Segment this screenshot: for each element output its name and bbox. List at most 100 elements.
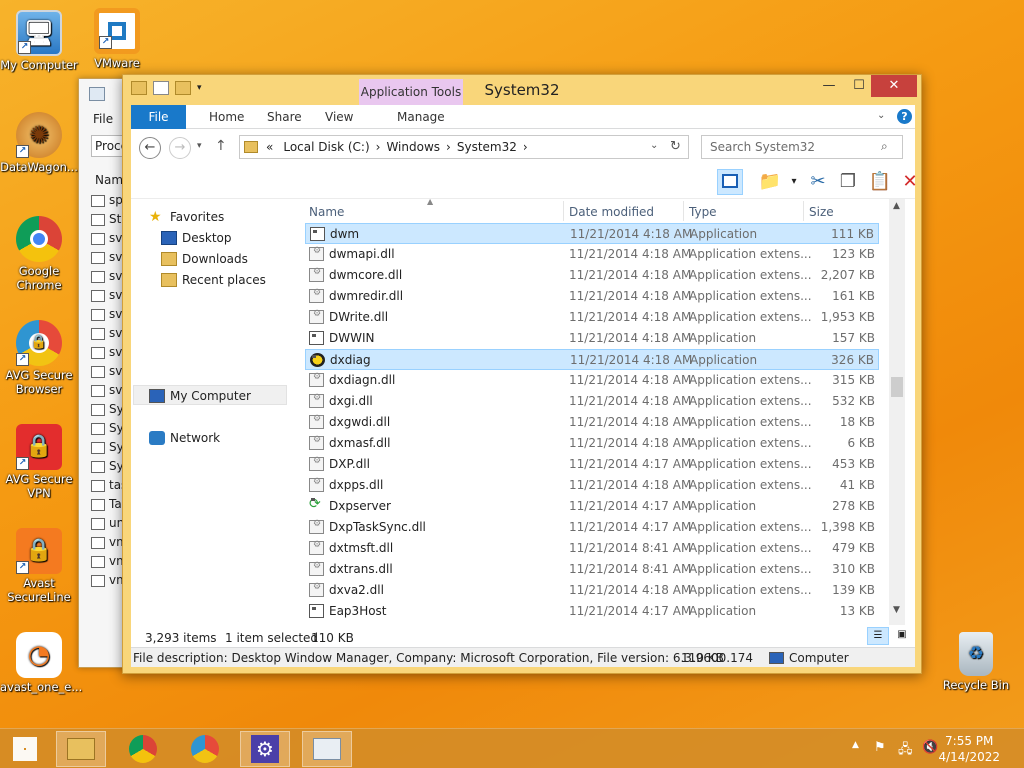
network-tray-icon[interactable]: 🖧: [898, 740, 913, 762]
address-segment-windows[interactable]: Windows: [386, 140, 440, 154]
clock[interactable]: 7:55 PM 4/14/2022: [938, 733, 1000, 765]
address-bar[interactable]: « Local Disk (C:) › Windows › System32 ›…: [239, 135, 689, 159]
desktop-icon-datawagon[interactable]: ✺ ↗ DataWagon...: [0, 112, 78, 174]
address-segment-local-disk[interactable]: Local Disk (C:): [283, 140, 369, 154]
table-row[interactable]: dxgi.dll 11/21/2014 4:18 AMApplication ex…: [305, 391, 879, 412]
file-date: 11/21/2014 4:18 AM: [569, 583, 692, 597]
explorer-window[interactable]: ▾ Application Tools System32 — ☐ ✕ File …: [122, 74, 922, 674]
folder-options-icon[interactable]: 📁: [757, 169, 783, 195]
vertical-scrollbar[interactable]: ▲ ▼: [889, 199, 905, 649]
column-type[interactable]: Type: [689, 205, 717, 219]
nav-recent-places[interactable]: Recent places: [161, 273, 266, 287]
chevron-right-icon[interactable]: ›: [376, 140, 381, 154]
maximize-button[interactable]: ☐: [845, 75, 873, 97]
nav-network[interactable]: Network: [149, 431, 220, 445]
title-bar[interactable]: ▾ Application Tools System32 — ☐ ✕: [123, 75, 921, 105]
details-view-button[interactable]: ☰: [867, 627, 889, 645]
taskbar-avg-browser[interactable]: [180, 731, 230, 767]
scroll-thumb[interactable]: [891, 377, 903, 397]
start-button[interactable]: [0, 731, 50, 767]
vpn-lock-icon: 🔒 ↗: [16, 424, 62, 470]
file-type: Application extens...: [689, 436, 812, 450]
search-input[interactable]: Search System32: [701, 135, 903, 159]
nav-downloads[interactable]: Downloads: [161, 252, 248, 266]
desktop-icon-avg-browser[interactable]: 🔒 ↗ AVG Secure Browser: [0, 320, 78, 396]
address-dropdown-icon[interactable]: ⌄: [650, 140, 658, 151]
volume-muted-icon[interactable]: 🔇: [922, 740, 938, 755]
taskbar-chrome[interactable]: [118, 731, 168, 767]
paste-icon[interactable]: 📋: [867, 169, 893, 195]
file-type: Application extens...: [689, 457, 812, 471]
column-name[interactable]: Nam: [95, 173, 123, 187]
file-date: 11/21/2014 4:17 AM: [569, 520, 692, 534]
column-date-modified[interactable]: Date modified: [569, 205, 654, 219]
address-overflow[interactable]: «: [266, 140, 273, 154]
cut-icon[interactable]: ✂: [805, 169, 831, 195]
preview-pane-button[interactable]: [717, 169, 743, 195]
desktop-icon-avg-vpn[interactable]: 🔒 ↗ AVG Secure VPN: [0, 424, 78, 500]
desktop-icon-my-computer[interactable]: 🖥 ↗ My Computer: [0, 10, 78, 72]
taskbar-task-manager[interactable]: [302, 731, 352, 767]
nav-my-computer[interactable]: My Computer: [149, 389, 251, 403]
action-center-flag-icon[interactable]: ⚑: [874, 740, 886, 755]
nav-desktop[interactable]: Desktop: [161, 231, 232, 245]
taskbar-file-explorer[interactable]: [56, 731, 106, 767]
table-row[interactable]: DWrite.dll 11/21/2014 4:18 AMApplication …: [305, 307, 879, 328]
close-button[interactable]: ✕: [871, 75, 917, 97]
desktop-icon-vmware[interactable]: ↗ VMware: [78, 8, 156, 70]
table-row[interactable]: ⟳ Dxpserver 11/21/2014 4:17 AM Application 2…: [305, 496, 879, 517]
table-row[interactable]: dxmasf.dll 11/21/2014 4:18 AMApplication …: [305, 433, 879, 454]
table-row[interactable]: dxdiag 11/21/2014 4:18 AM Application 326 K…: [305, 349, 879, 370]
tab-file[interactable]: File: [131, 105, 186, 129]
expand-ribbon-icon[interactable]: ⌄: [877, 110, 885, 121]
back-button[interactable]: ←: [139, 137, 161, 159]
minimize-button[interactable]: —: [815, 75, 843, 97]
desktop-icon-avast-secureline[interactable]: 🔒 ↗ Avast SecureLine: [0, 528, 78, 604]
up-button[interactable]: ↑: [215, 138, 227, 154]
table-row[interactable]: dxgwdi.dll 11/21/2014 4:18 AMApplication …: [305, 412, 879, 433]
table-row[interactable]: dxpps.dll 11/21/2014 4:18 AMApplication e…: [305, 475, 879, 496]
scroll-down-arrow[interactable]: ▼: [893, 605, 900, 615]
table-row[interactable]: dxdiagn.dll 11/21/2014 4:18 AMApplication…: [305, 370, 879, 391]
menu-file[interactable]: File: [93, 112, 113, 126]
table-row[interactable]: dxva2.dll 11/21/2014 4:18 AMApplication e…: [305, 580, 879, 601]
table-row[interactable]: dwmredir.dll 11/21/2014 4:18 AMApplicatio…: [305, 286, 879, 307]
tab-view[interactable]: View: [311, 105, 367, 129]
nav-favorites[interactable]: ★ Favorites: [149, 210, 224, 224]
table-row[interactable]: dwmapi.dll 11/21/2014 4:18 AMApplication …: [305, 244, 879, 265]
scroll-up-arrow[interactable]: ▲: [893, 201, 900, 211]
table-row[interactable]: dxtmsft.dll 11/21/2014 8:41 AMApplication…: [305, 538, 879, 559]
copy-icon[interactable]: ❐: [835, 169, 861, 195]
show-hidden-icons[interactable]: ▲: [852, 740, 859, 750]
tab-manage[interactable]: Manage: [383, 105, 459, 129]
desktop-icon-google-chrome[interactable]: Google Chrome: [0, 216, 78, 292]
large-icons-view-button[interactable]: ▣: [891, 627, 913, 645]
tab-share[interactable]: Share: [253, 105, 316, 129]
table-row[interactable]: DxpTaskSync.dll 11/21/2014 4:17 AMApplica…: [305, 517, 879, 538]
recent-locations-button[interactable]: ▾: [197, 141, 202, 151]
file-date: 11/21/2014 4:18 AM: [569, 331, 692, 345]
refresh-icon[interactable]: ↻: [670, 139, 681, 154]
chevron-down-icon[interactable]: ▾: [781, 169, 807, 195]
table-row[interactable]: DWWIN 11/21/2014 4:18 AM Application 157 KB: [305, 328, 879, 349]
taskbar-settings[interactable]: ⚙: [240, 731, 290, 767]
details-bar: File description: Desktop Window Manager…: [131, 647, 915, 667]
background-window[interactable]: File Proce Nam sp Sta svc svc svc svc svc svc sv…: [78, 78, 128, 668]
help-icon[interactable]: ?: [897, 109, 912, 124]
table-row[interactable]: Eap3Host 11/21/2014 4:17 AM Application 13 …: [305, 601, 879, 622]
table-row[interactable]: dwmcore.dll 11/21/2014 4:18 AMApplication…: [305, 265, 879, 286]
tab-home[interactable]: Home: [195, 105, 258, 129]
delete-icon[interactable]: ✕: [897, 169, 923, 195]
chevron-right-icon[interactable]: ›: [523, 140, 528, 154]
column-size[interactable]: Size: [809, 205, 834, 219]
dll-file-icon: [309, 435, 324, 450]
forward-button[interactable]: →: [169, 137, 191, 159]
address-segment-system32[interactable]: System32: [457, 140, 517, 154]
table-row[interactable]: dxtrans.dll 11/21/2014 8:41 AMApplication…: [305, 559, 879, 580]
column-name[interactable]: Name: [309, 205, 344, 219]
desktop-icon-recycle-bin[interactable]: ♻ Recycle Bin: [936, 632, 1016, 692]
table-row[interactable]: DXP.dll 11/21/2014 4:17 AMApplication ext…: [305, 454, 879, 475]
desktop-icon-avast-one[interactable]: ◔ avast_one_e...: [0, 632, 82, 694]
chevron-right-icon[interactable]: ›: [446, 140, 451, 154]
table-row[interactable]: dwm 11/21/2014 4:18 AM Application 111 KB: [305, 223, 879, 244]
